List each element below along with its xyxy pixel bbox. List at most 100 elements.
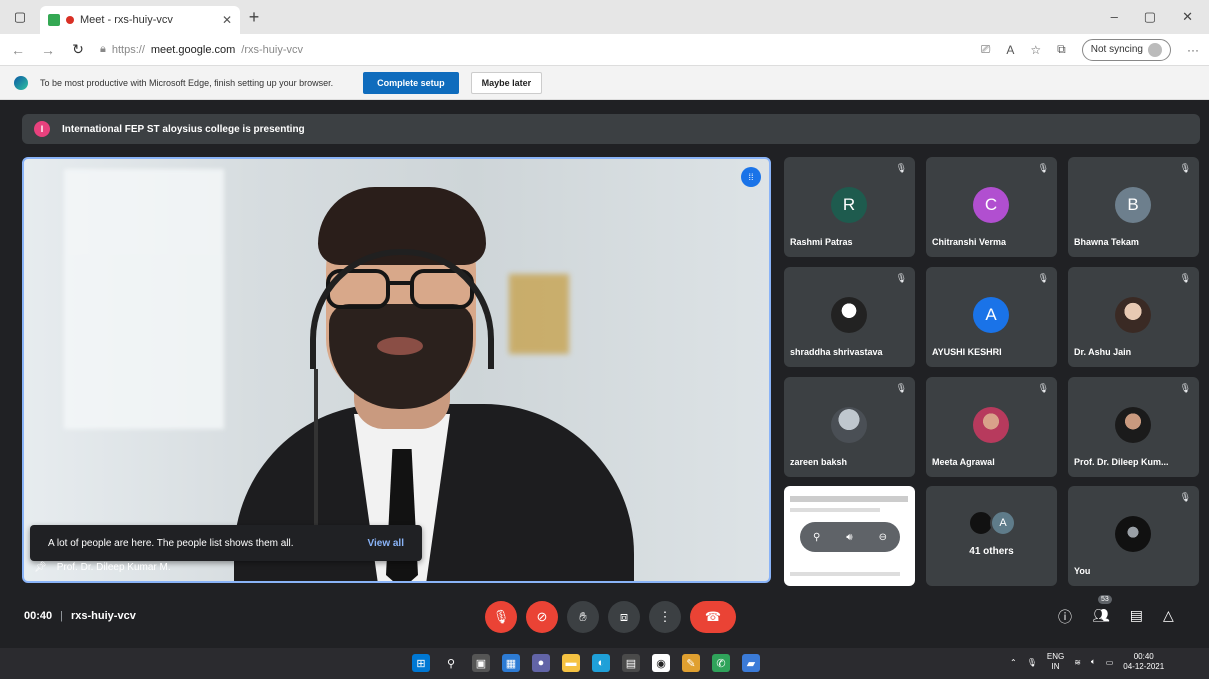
participant-name: Dr. Ashu Jain bbox=[1074, 347, 1132, 357]
mic-tray-icon[interactable]: 🎙︎ bbox=[1027, 658, 1037, 667]
browser-tab[interactable]: Meet - rxs-huiy-vcv ✕ bbox=[40, 6, 240, 34]
start-icon[interactable]: ⊞ bbox=[412, 654, 430, 672]
close-window-icon[interactable]: ✕ bbox=[1182, 9, 1193, 25]
paint-icon[interactable]: ✎ bbox=[682, 654, 700, 672]
window-controls: – ▢ ✕ bbox=[1111, 9, 1209, 25]
participant-name: Bhawna Tekam bbox=[1074, 237, 1139, 247]
shared-doc-line bbox=[790, 572, 900, 576]
forward-icon[interactable]: → bbox=[40, 42, 56, 58]
volume-icon[interactable]: 🔈︎ bbox=[1091, 657, 1096, 667]
participant-tile[interactable]: 🎙︎ Meeta Agrawal bbox=[926, 377, 1057, 477]
minimize-icon[interactable]: – bbox=[1111, 9, 1118, 25]
maybe-later-button[interactable]: Maybe later bbox=[470, 71, 543, 94]
view-all-link[interactable]: View all bbox=[367, 538, 404, 549]
people-button[interactable]: 👥︎ 53 bbox=[1092, 595, 1112, 627]
tile-hover-controls: ⚲ 🔊︎ ⊖ bbox=[800, 522, 900, 552]
chat-icon[interactable]: ▤ bbox=[1130, 607, 1143, 627]
search-icon[interactable]: ⚲ bbox=[442, 654, 460, 672]
clock[interactable]: 00:40 04-12-2021 bbox=[1123, 652, 1164, 672]
self-avatar bbox=[1115, 516, 1151, 552]
refresh-icon[interactable]: ↻ bbox=[70, 41, 86, 58]
participant-tile[interactable]: 🎙︎ shraddha shrivastava bbox=[784, 267, 915, 367]
mic-muted-icon: 🎙︎ bbox=[1037, 163, 1049, 173]
more-menu-icon[interactable]: ··· bbox=[1187, 43, 1199, 57]
address-bar: ← → ↻ 🔒︎ https:// meet.google.com/rxs-hui… bbox=[0, 34, 1209, 66]
participant-tile[interactable]: 🎙︎ Prof. Dr. Dileep Kum... bbox=[1068, 377, 1199, 477]
end-call-icon: ☎︎ bbox=[704, 609, 722, 624]
tray-overflow-icon[interactable]: ⌃ bbox=[1010, 658, 1017, 667]
mic-muted-icon: 🎙︎ bbox=[1179, 492, 1191, 502]
background-window bbox=[64, 169, 224, 429]
url-host: meet.google.com bbox=[150, 43, 236, 56]
participant-tile[interactable]: 🎙︎ zareen baksh bbox=[784, 377, 915, 477]
task-view-icon[interactable]: ▣ bbox=[472, 654, 490, 672]
meeting-time: 00:40 bbox=[24, 610, 53, 622]
participant-tile[interactable]: 🎙︎ Dr. Ashu Jain bbox=[1068, 267, 1199, 367]
chrome-icon[interactable]: ◉ bbox=[652, 654, 670, 672]
teams-chat-icon[interactable]: ● bbox=[532, 654, 550, 672]
self-tile[interactable]: 🎙︎ You bbox=[1068, 486, 1199, 586]
url-field[interactable]: 🔒︎ https:// meet.google.com/rxs-huiy-vcv bbox=[100, 43, 967, 56]
participant-avatar bbox=[1115, 297, 1151, 333]
new-tab-button[interactable]: + bbox=[240, 7, 268, 28]
others-tile[interactable]: A 41 others bbox=[926, 486, 1057, 586]
mic-muted-icon: 🎙︎ bbox=[1037, 273, 1049, 283]
leave-call-button[interactable]: ☎︎ bbox=[690, 601, 736, 633]
read-aloud-icon[interactable]: A bbox=[1006, 43, 1014, 57]
mic-muted-icon: 🎙︎ bbox=[1179, 383, 1191, 393]
tab-actions-icon[interactable]: ▢ bbox=[0, 9, 40, 25]
raise-hand-button[interactable]: ✋︎ bbox=[567, 601, 599, 633]
participant-avatar bbox=[831, 297, 867, 333]
profile-sync-button[interactable]: Not syncing bbox=[1081, 38, 1171, 61]
battery-icon[interactable]: ▭ bbox=[1106, 658, 1114, 667]
others-count: 41 others bbox=[969, 546, 1014, 557]
file-explorer-icon[interactable]: ▬ bbox=[562, 654, 580, 672]
right-controls: ⓘ 👥︎ 53 ▤ △ bbox=[1058, 595, 1174, 627]
whatsapp-icon[interactable]: ✆ bbox=[712, 654, 730, 672]
people-list-toast: A lot of people are here. The people lis… bbox=[30, 525, 422, 561]
present-button[interactable]: ⧈ bbox=[608, 601, 640, 633]
infobar-message: To be most productive with Microsoft Edg… bbox=[40, 77, 334, 88]
mute-tile-icon[interactable]: 🔊︎ bbox=[846, 532, 852, 543]
meeting-code: rxs-huiy-vcv bbox=[71, 610, 136, 622]
widgets-icon[interactable]: ▦ bbox=[502, 654, 520, 672]
pin-icon[interactable]: 📌︎ bbox=[34, 562, 47, 573]
complete-setup-button[interactable]: Complete setup bbox=[363, 71, 459, 94]
camera-icon[interactable]: ⎚ bbox=[981, 42, 991, 57]
edge-browser-icon[interactable]: ◐ bbox=[592, 654, 610, 672]
maximize-icon[interactable]: ▢ bbox=[1144, 9, 1156, 25]
participant-tile[interactable]: 🎙︎ B Bhawna Tekam bbox=[1068, 157, 1199, 257]
pin-tile-icon[interactable]: ⚲ bbox=[813, 532, 820, 543]
photos-icon[interactable]: ▰ bbox=[742, 654, 760, 672]
participant-tile[interactable]: 🎙︎ A AYUSHI KESHRI bbox=[926, 267, 1057, 367]
store-icon[interactable]: ▤ bbox=[622, 654, 640, 672]
meeting-separator: | bbox=[60, 610, 63, 622]
favorite-icon[interactable]: ☆ bbox=[1030, 43, 1041, 57]
mic-muted-icon: 🎙︎ bbox=[895, 163, 907, 173]
presenter-video bbox=[214, 179, 654, 581]
remove-tile-icon[interactable]: ⊖ bbox=[879, 532, 887, 543]
audio-level-icon[interactable]: ⁞⁞ bbox=[741, 167, 761, 187]
activities-icon[interactable]: △ bbox=[1163, 607, 1174, 627]
participant-tile[interactable]: 🎙︎ C Chitranshi Verma bbox=[926, 157, 1057, 257]
main-video-stage[interactable]: ⁞⁞ A lot of people are here. The people … bbox=[22, 157, 771, 583]
wifi-icon[interactable]: ≋ bbox=[1074, 658, 1081, 667]
participant-avatar: A bbox=[973, 297, 1009, 333]
other-avatar-initial: A bbox=[990, 510, 1016, 536]
more-options-button[interactable]: ⋮ bbox=[649, 601, 681, 633]
camera-toggle-button[interactable]: ⊘ bbox=[526, 601, 558, 633]
language-indicator[interactable]: ENG IN bbox=[1047, 652, 1064, 672]
meeting-details: 00:40 | rxs-huiy-vcv bbox=[24, 610, 136, 622]
close-tab-icon[interactable]: ✕ bbox=[222, 13, 232, 27]
screen-share-tile[interactable]: ⚲ 🔊︎ ⊖ bbox=[784, 486, 915, 586]
back-icon[interactable]: ← bbox=[10, 42, 26, 58]
participant-tile[interactable]: 🎙︎ R Rashmi Patras bbox=[784, 157, 915, 257]
meeting-info-icon[interactable]: ⓘ bbox=[1058, 607, 1072, 627]
participant-avatar bbox=[831, 407, 867, 443]
collections-icon[interactable]: ⧉ bbox=[1057, 42, 1066, 57]
edge-setup-infobar: To be most productive with Microsoft Edg… bbox=[0, 66, 1209, 100]
mic-toggle-button[interactable]: 🎙︎ bbox=[485, 601, 517, 633]
sync-label: Not syncing bbox=[1090, 44, 1143, 55]
windows-taskbar: ⊞ ⚲ ▣ ▦ ● ▬ ◐ ▤ ◉ ✎ ✆ ▰ ⌃ 🎙︎ ENG IN ≋ 🔈︎… bbox=[0, 648, 1209, 679]
meeting-controls-bar: 00:40 | rxs-huiy-vcv 🎙︎ ⊘ ✋︎ ⧈ ⋮ ☎︎ ⓘ 👥︎… bbox=[0, 591, 1209, 645]
